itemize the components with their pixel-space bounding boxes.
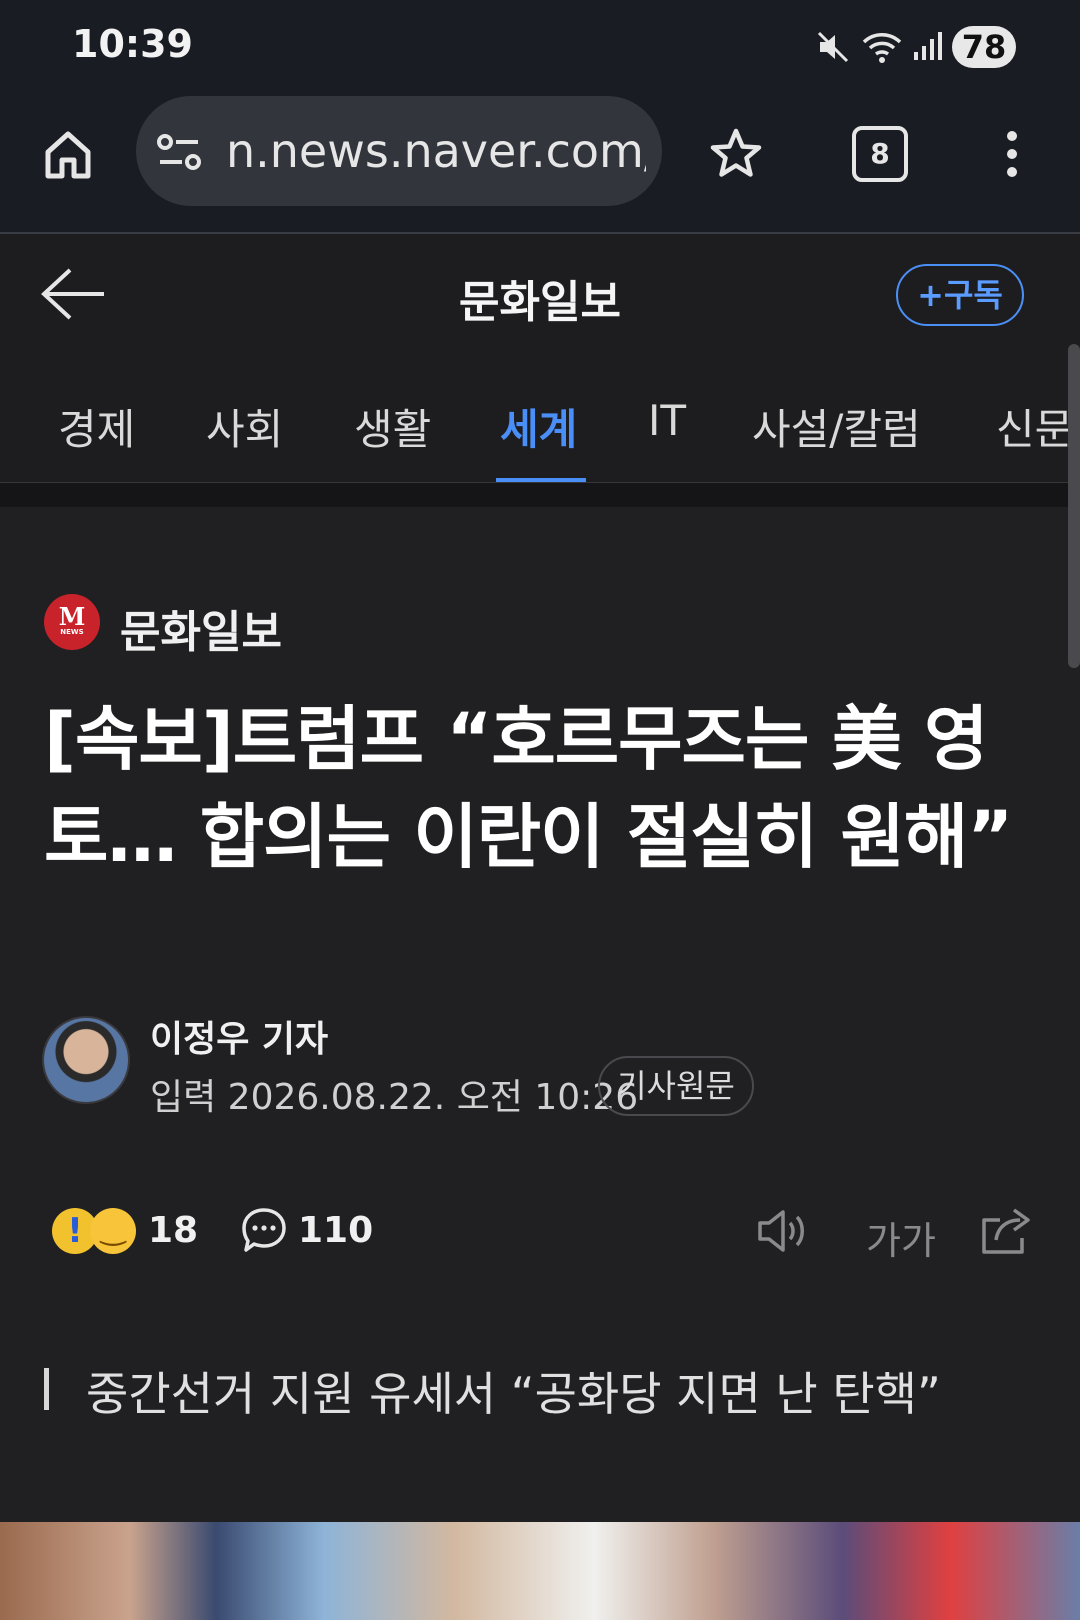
star-icon[interactable] bbox=[708, 126, 764, 182]
address-bar[interactable]: n.news.naver.com/a bbox=[136, 96, 662, 206]
summary-marker bbox=[44, 1368, 49, 1410]
subscribe-button[interactable]: +구독 bbox=[896, 264, 1024, 326]
status-time: 10:39 bbox=[72, 22, 193, 66]
battery-indicator: 78 bbox=[952, 26, 1016, 68]
mute-icon bbox=[816, 30, 850, 64]
tab-it[interactable]: IT bbox=[648, 396, 686, 445]
comment-count[interactable]: 110 bbox=[298, 1210, 373, 1251]
category-tabs: 경제 사회 생활 세계 IT 사설/칼럼 신문 bbox=[0, 354, 1080, 483]
smile-emoji-icon[interactable]: ‿ bbox=[90, 1208, 136, 1254]
wifi-icon bbox=[860, 30, 904, 64]
divider bbox=[0, 483, 1080, 507]
reaction-count[interactable]: 18 bbox=[148, 1210, 198, 1251]
share-icon[interactable] bbox=[978, 1206, 1032, 1256]
published-date: 입력 2026.08.22. 오전 10:26 bbox=[150, 1077, 639, 1118]
tabs-icon[interactable]: 8 bbox=[852, 126, 908, 182]
avatar[interactable] bbox=[42, 1016, 130, 1104]
reporter-name[interactable]: 이정우 기자 bbox=[150, 1010, 328, 1062]
scrollbar[interactable] bbox=[1068, 344, 1080, 668]
site-info-icon[interactable] bbox=[156, 132, 202, 172]
comment-icon[interactable] bbox=[240, 1206, 288, 1254]
tab-newspaper[interactable]: 신문 bbox=[996, 396, 1073, 457]
signal-icon bbox=[912, 30, 944, 62]
article-summary: 중간선거 지원 유세서 “공화당 지면 난 탄핵” bbox=[86, 1367, 941, 1421]
tab-economy[interactable]: 경제 bbox=[58, 396, 135, 457]
publisher-name[interactable]: 문화일보 bbox=[120, 596, 282, 660]
app-header: 문화일보 +구독 bbox=[0, 234, 1080, 354]
status-bar: 10:39 78 bbox=[0, 0, 1080, 92]
tab-world[interactable]: 세계 bbox=[500, 396, 577, 457]
more-icon[interactable] bbox=[1000, 128, 1024, 180]
original-article-button[interactable]: 기사원문 bbox=[598, 1056, 754, 1116]
publisher-logo[interactable]: M NEWS bbox=[44, 594, 100, 650]
article-photo[interactable] bbox=[0, 1522, 1080, 1620]
tab-opinion[interactable]: 사설/칼럼 bbox=[752, 396, 921, 457]
speaker-icon[interactable] bbox=[756, 1208, 812, 1254]
home-icon[interactable] bbox=[42, 128, 94, 180]
article-headline: [속보]트럼프 “호르무즈는 美 영토… 합의는 이란이 절실히 원해” bbox=[44, 698, 1013, 878]
tab-society[interactable]: 사회 bbox=[206, 396, 283, 457]
logo-letter: M bbox=[58, 602, 86, 631]
tab-life[interactable]: 생활 bbox=[354, 396, 431, 457]
logo-sub: NEWS bbox=[60, 628, 84, 636]
font-size-button[interactable]: 가가 bbox=[866, 1210, 936, 1265]
browser-toolbar: n.news.naver.com/a 8 bbox=[0, 92, 1080, 234]
url-text[interactable]: n.news.naver.com/a bbox=[226, 124, 646, 178]
